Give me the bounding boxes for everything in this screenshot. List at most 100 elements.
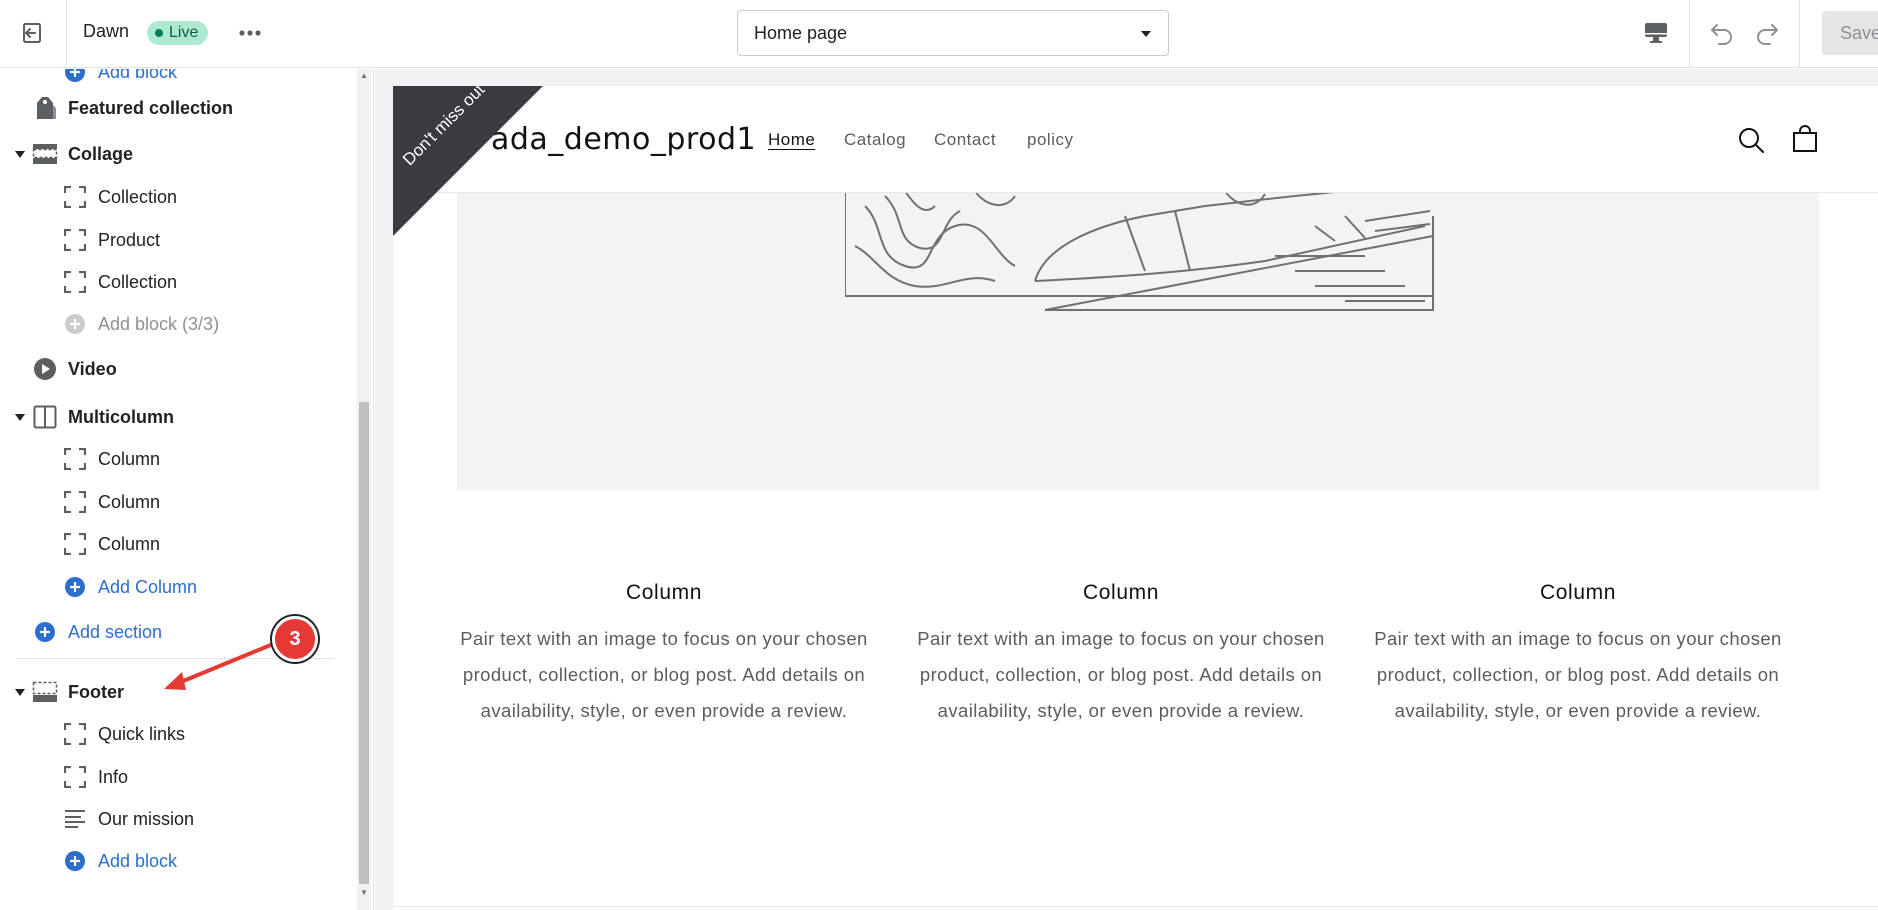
column-title: Column	[1083, 581, 1159, 604]
section-featured-collection[interactable]: Featured collection	[0, 88, 340, 128]
block-frame-icon	[62, 227, 88, 253]
exit-icon	[23, 23, 41, 43]
add-column-item[interactable]: Add Column	[0, 567, 340, 607]
section-label: Multicolumn	[68, 406, 174, 427]
caret-down-icon[interactable]	[14, 413, 26, 421]
add-block-label: Add block	[98, 850, 178, 871]
redo-icon	[1757, 24, 1778, 45]
desktop-view-button[interactable]	[1640, 18, 1672, 48]
plus-circle-icon	[32, 619, 58, 645]
block-frame-icon	[62, 489, 88, 515]
live-label: Live	[169, 24, 199, 41]
nav-link-contact[interactable]: Contact	[934, 130, 996, 150]
block-label: Quick links	[98, 723, 186, 744]
top-bar: Dawn Live Home page Save	[0, 0, 1878, 68]
block-item[interactable]: Our mission	[0, 799, 340, 839]
exit-editor-button[interactable]	[18, 20, 48, 46]
store-preview: Don't miss out ada_demo_prod1 Home Catal…	[393, 86, 1878, 910]
sidebar-scroll-thumb[interactable]	[359, 402, 369, 884]
text-lines-icon	[62, 806, 88, 832]
page-selector-value: Home page	[754, 22, 848, 43]
section-footer[interactable]: Footer	[0, 672, 340, 712]
column-text: Pair text with an image to focus on your…	[1374, 628, 1782, 721]
block-label: Column	[98, 448, 161, 469]
add-block-label: Add block (3/3)	[98, 313, 220, 334]
undo-icon	[1711, 24, 1732, 45]
page-selector[interactable]: Home page	[737, 10, 1169, 56]
block-label: Column	[98, 533, 161, 554]
plus-circle-icon	[62, 69, 88, 85]
nav-link-policy[interactable]: policy	[1027, 130, 1073, 150]
topbar-divider	[1799, 0, 1800, 68]
block-item[interactable]: Collection	[0, 177, 340, 217]
block-item[interactable]: Column	[0, 482, 340, 522]
hero-image-placeholder[interactable]	[457, 186, 1819, 490]
undo-button[interactable]	[1706, 18, 1738, 48]
topbar-divider	[66, 0, 67, 68]
section-layout-icon	[32, 141, 58, 167]
scroll-down-icon[interactable]: ▼	[359, 888, 369, 898]
column-text: Pair text with an image to focus on your…	[917, 628, 1325, 721]
more-actions-button[interactable]	[236, 22, 264, 44]
add-block-item[interactable]: Add block	[0, 841, 340, 881]
section-divider	[393, 906, 1878, 907]
column-card[interactable]: Column Pair text with an image to focus …	[916, 581, 1326, 729]
block-item[interactable]: Info	[0, 757, 340, 797]
block-label: Collection	[98, 271, 178, 292]
chevron-down-icon	[1141, 31, 1151, 37]
footer-layout-icon	[32, 679, 58, 705]
search-icon[interactable]	[1737, 126, 1765, 159]
shoe-illustration-icon	[845, 186, 1434, 311]
add-section-label: Add section	[68, 621, 163, 642]
block-item[interactable]: Quick links	[0, 714, 340, 754]
play-circle-icon	[32, 356, 58, 382]
cart-icon[interactable]	[1791, 124, 1819, 159]
column-title: Column	[626, 581, 702, 604]
columns-icon	[32, 404, 58, 430]
section-label: Footer	[68, 681, 124, 702]
section-multicolumn[interactable]: Multicolumn	[0, 397, 340, 437]
column-card[interactable]: Column Pair text with an image to focus …	[1373, 581, 1783, 729]
block-frame-icon	[62, 721, 88, 747]
caret-down-icon[interactable]	[14, 688, 26, 696]
block-item[interactable]: Column	[0, 524, 340, 564]
block-frame-icon	[62, 184, 88, 210]
nav-link-catalog[interactable]: Catalog	[844, 130, 906, 150]
save-button[interactable]: Save	[1822, 11, 1878, 55]
theme-name: Dawn	[83, 21, 130, 41]
live-badge: Live	[147, 21, 209, 45]
caret-down-icon[interactable]	[14, 150, 26, 158]
add-block-item-disabled: Add block (3/3)	[0, 304, 340, 344]
block-label: Column	[98, 491, 161, 512]
section-collage[interactable]: Collage	[0, 134, 340, 174]
block-item[interactable]: Collection	[0, 262, 340, 302]
section-video[interactable]: Video	[0, 349, 340, 389]
block-item[interactable]: Product	[0, 220, 340, 260]
block-frame-icon	[62, 764, 88, 790]
plus-circle-icon	[62, 311, 88, 337]
nav-link-home[interactable]: Home	[768, 130, 815, 150]
plus-circle-icon	[62, 848, 88, 874]
block-label: Product	[98, 229, 161, 250]
column-text: Pair text with an image to focus on your…	[460, 628, 868, 721]
block-label: Our mission	[98, 808, 195, 829]
scroll-up-icon[interactable]: ▲	[359, 71, 369, 81]
live-dot-icon	[155, 29, 163, 37]
add-block-label: Add block	[98, 69, 178, 82]
redo-button[interactable]	[1751, 18, 1783, 48]
block-label: Info	[98, 766, 129, 787]
desktop-icon	[1645, 23, 1667, 43]
section-label: Collage	[68, 143, 134, 164]
column-title: Column	[1540, 581, 1616, 604]
annotation-step-badge: 3	[272, 616, 318, 662]
block-frame-icon	[62, 269, 88, 295]
block-frame-icon	[62, 531, 88, 557]
add-column-label: Add Column	[98, 576, 198, 597]
announcement-ribbon[interactable]: Don't miss out	[393, 86, 543, 236]
block-item[interactable]: Column	[0, 439, 340, 479]
store-header: ada_demo_prod1 Home Catalog Contact poli…	[393, 86, 1878, 193]
section-label: Featured collection	[68, 97, 234, 118]
sections-sidebar: Add block Featured collection Collage Co…	[0, 69, 374, 910]
plus-circle-icon	[62, 574, 88, 600]
column-card[interactable]: Column Pair text with an image to focus …	[459, 581, 869, 729]
